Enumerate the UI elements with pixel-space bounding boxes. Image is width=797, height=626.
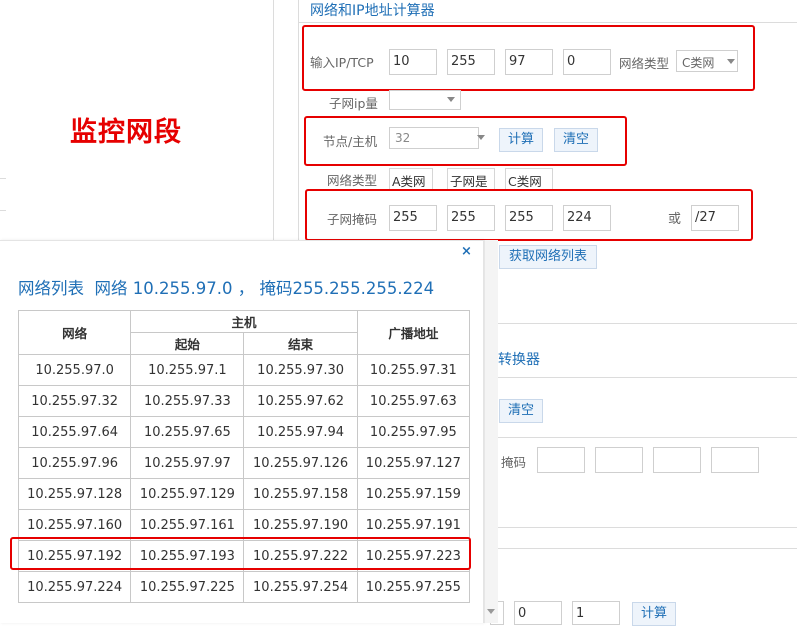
cell-network: 10.255.97.32 (17, 385, 132, 417)
col-end: 结束 (243, 332, 358, 355)
subnet-count-label: 子网ip量 (329, 96, 378, 111)
converter-mask-4[interactable] (711, 447, 759, 473)
cell-start: 10.255.97.33 (130, 385, 245, 417)
converter-mask-3[interactable] (653, 447, 701, 473)
cell-broadcast: 10.255.97.63 (356, 385, 471, 417)
cell-end: 10.255.97.190 (243, 509, 358, 541)
cell-network: 10.255.97.128 (17, 478, 132, 510)
highlight-ip-input (302, 25, 755, 91)
bottom-calc-button[interactable]: 计算 (632, 602, 676, 626)
converter-clear-button[interactable]: 清空 (499, 399, 543, 423)
result-class-a: A类网 (389, 168, 433, 190)
cell-network: 10.255.97.64 (17, 416, 132, 448)
cell-broadcast: 10.255.97.127 (356, 447, 471, 479)
cell-end: 10.255.97.126 (243, 447, 358, 479)
cell-network: 10.255.97.160 (17, 509, 132, 541)
annotation-monitor-segment: 监控网段 (70, 117, 182, 148)
table-row: 10.255.97.128 10.255.97.129 10.255.97.158 1… (17, 478, 471, 510)
left-line-2 (0, 210, 6, 211)
col-network: 网络 (17, 310, 132, 355)
highlight-monitored-row (10, 537, 471, 570)
converter-mask-label: 掩码 (501, 455, 527, 470)
table-row: 10.255.97.96 10.255.97.97 10.255.97.126 10.… (17, 447, 471, 479)
scroll-down-icon[interactable] (487, 609, 495, 614)
cell-broadcast: 10.255.97.255 (356, 571, 471, 603)
cell-start: 10.255.97.1 (130, 354, 245, 386)
cell-broadcast: 10.255.97.95 (356, 416, 471, 448)
popup-scrollbar[interactable] (484, 240, 498, 623)
cell-network: 10.255.97.0 (17, 354, 132, 386)
cell-network: 10.255.97.224 (17, 571, 132, 603)
table-row: 10.255.97.0 10.255.97.1 10.255.97.30 10.255… (17, 354, 471, 386)
highlight-node-row (304, 116, 627, 166)
converter-line-3 (490, 527, 797, 528)
get-network-list-button[interactable]: 获取网络列表 (499, 245, 597, 269)
cell-start: 10.255.97.65 (130, 416, 245, 448)
converter-top-line (490, 323, 797, 324)
cell-end: 10.255.97.158 (243, 478, 358, 510)
col-host: 主机 (130, 310, 358, 333)
calc-title: 网络和IP地址计算器 (310, 3, 435, 19)
converter-mask-1[interactable] (537, 447, 585, 473)
cell-broadcast: 10.255.97.159 (356, 478, 471, 510)
cell-end: 10.255.97.30 (243, 354, 358, 386)
converter-title: 转换器 (498, 352, 540, 368)
table-row: 10.255.97.160 10.255.97.161 10.255.97.190 1… (17, 509, 471, 541)
table-row: 10.255.97.64 10.255.97.65 10.255.97.94 10.2… (17, 416, 471, 448)
cell-network: 10.255.97.96 (17, 447, 132, 479)
bottom-input-3[interactable]: 1 (572, 601, 620, 625)
chevron-down-icon (447, 97, 455, 102)
result-subnet: 子网是 (447, 168, 495, 190)
left-panel-divider (273, 0, 274, 240)
col-broadcast: 广播地址 (356, 310, 471, 355)
result-type-label: 网络类型 (327, 173, 378, 188)
table-row: 10.255.97.224 10.255.97.225 10.255.97.254 1… (17, 571, 471, 603)
popup-title: 网络列表 网络 10.255.97.0 ， 掩码255.255.255.224 (18, 279, 435, 298)
converter-title-line (490, 377, 797, 378)
col-start: 起始 (130, 332, 245, 355)
converter-mask-2[interactable] (595, 447, 643, 473)
cell-end: 10.255.97.254 (243, 571, 358, 603)
cell-end: 10.255.97.62 (243, 385, 358, 417)
cell-start: 10.255.97.129 (130, 478, 245, 510)
popup-close-icon[interactable]: × (461, 244, 472, 259)
title-underline (298, 22, 797, 23)
cell-start: 10.255.97.161 (130, 509, 245, 541)
bottom-input-2[interactable]: 0 (514, 601, 562, 625)
converter-line-4 (490, 548, 797, 549)
table-row: 10.255.97.32 10.255.97.33 10.255.97.62 10.2… (17, 385, 471, 417)
calc-panel-border (298, 0, 299, 240)
cell-start: 10.255.97.225 (130, 571, 245, 603)
cell-start: 10.255.97.97 (130, 447, 245, 479)
highlight-mask-row (305, 189, 753, 241)
result-class-c: C类网 (505, 168, 553, 190)
cell-end: 10.255.97.94 (243, 416, 358, 448)
cell-broadcast: 10.255.97.31 (356, 354, 471, 386)
left-line-1 (0, 178, 6, 179)
cell-broadcast: 10.255.97.191 (356, 509, 471, 541)
converter-line-2 (490, 437, 797, 438)
